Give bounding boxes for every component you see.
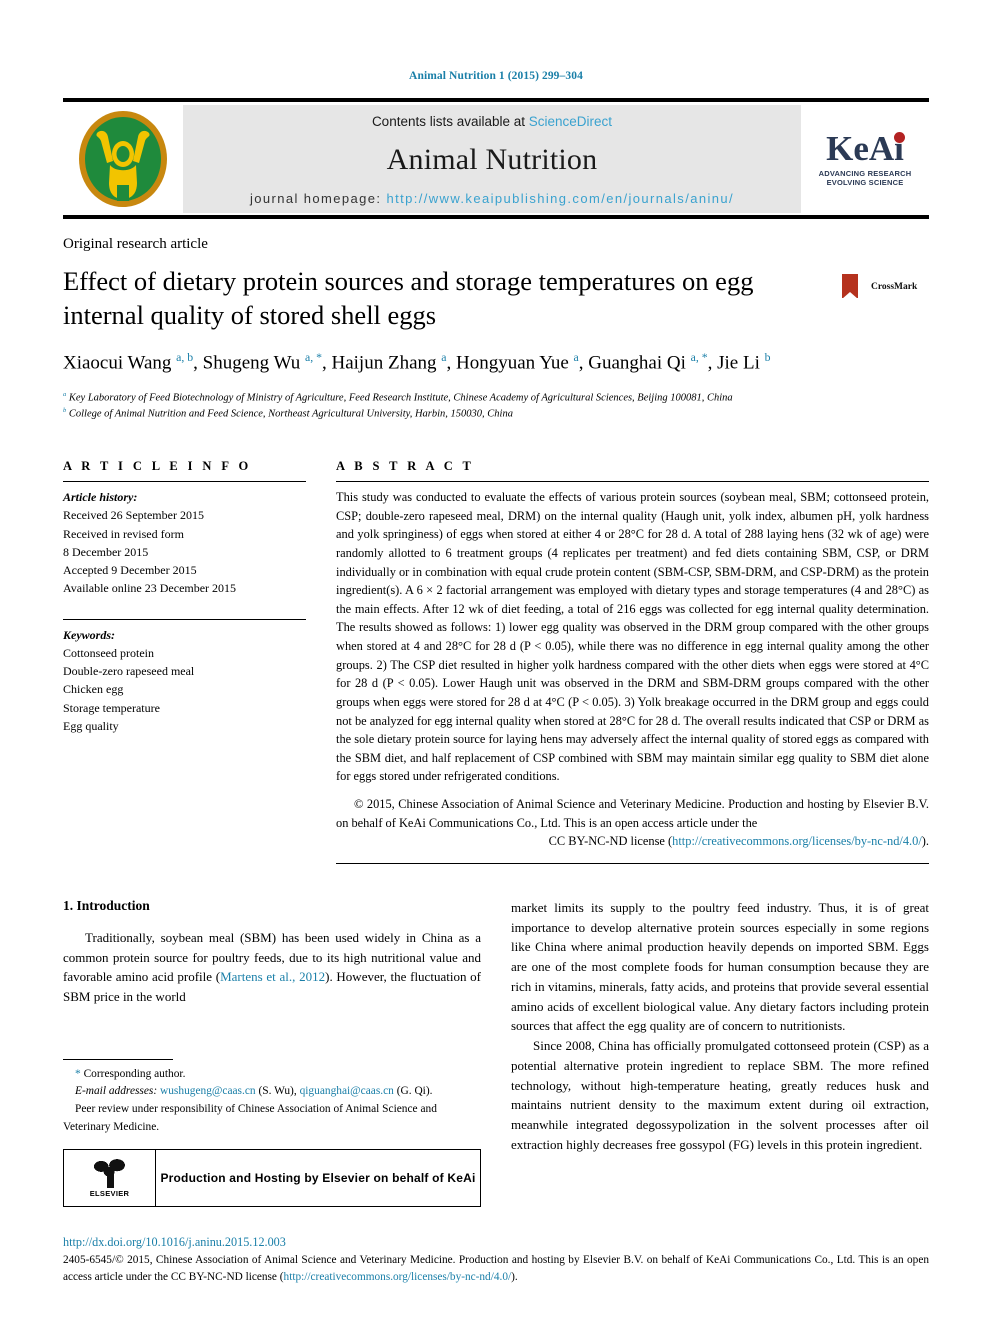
citation-link[interactable]: Martens et al., 2012 — [220, 969, 325, 984]
abstract-rule — [336, 481, 929, 483]
journal-banner: Contents lists available at ScienceDirec… — [63, 105, 929, 213]
article-history-label: Article history: — [63, 490, 138, 505]
production-hosting-box: ELSEVIER Production and Hosting by Elsev… — [63, 1149, 481, 1208]
license-prefix: CC BY-NC-ND license ( — [548, 834, 673, 849]
keai-red-dot-icon — [893, 131, 905, 143]
abstract-bottom-rule — [336, 862, 929, 864]
journal-logo — [63, 105, 183, 213]
article-page: Animal Nutrition 1 (2015) 299–304 Conten… — [0, 0, 992, 1323]
keyword-item: Double-zero rapeseed meal — [63, 664, 195, 679]
article-info-rule — [63, 481, 306, 483]
keyword-item: Storage temperature — [63, 700, 160, 715]
info-abstract-section: A R T I C L E I N F O Article history: R… — [63, 459, 929, 864]
body-column-left: 1. Introduction Traditionally, soybean m… — [63, 898, 481, 1208]
license-suffix: ). — [921, 834, 929, 849]
footer-license-suffix: ). — [511, 1270, 518, 1283]
production-hosting-label: Production and Hosting by Elsevier on be… — [160, 1171, 476, 1186]
elsevier-tree-icon — [87, 1158, 132, 1189]
title-row: Effect of dietary protein sources and st… — [63, 265, 929, 333]
affiliation-a: a Key Laboratory of Feed Biotechnology o… — [63, 390, 733, 404]
history-item: 8 December 2015 — [63, 544, 149, 559]
corresponding-author-label: Corresponding author. — [83, 1067, 186, 1080]
intro-paragraph-2: Since 2008, China has officially promulg… — [511, 1038, 929, 1152]
elsevier-wordmark: ELSEVIER — [89, 1189, 130, 1199]
crossmark-badge-group[interactable]: CrossMark — [833, 265, 929, 304]
intro-paragraph-1: Traditionally, soybean meal (SBM) has be… — [63, 928, 481, 1007]
page-title: Effect of dietary protein sources and st… — [63, 266, 754, 330]
contents-prefix: Contents lists available at — [371, 114, 529, 129]
keywords-block: Keywords: Cottonseed protein Double-zero… — [63, 626, 306, 735]
body-column-right: market limits its supply to the poultry … — [511, 898, 929, 1208]
footer-license-link[interactable]: http://creativecommons.org/licenses/by-n… — [284, 1271, 512, 1283]
history-item: Received 26 September 2015 — [63, 508, 204, 523]
corresponding-author-note: * Corresponding author. — [63, 1066, 481, 1084]
keywords-rule — [63, 618, 306, 620]
journal-homepage-link[interactable]: http://www.keaipublishing.com/en/journal… — [386, 191, 734, 206]
license-line: CC BY-NC-ND license (http://creativecomm… — [336, 832, 929, 851]
email-link-2[interactable]: qiguanghai@caas.cn — [300, 1085, 394, 1097]
keyword-item: Cottonseed protein — [63, 645, 154, 660]
sciencedirect-link[interactable]: ScienceDirect — [529, 114, 612, 129]
body-columns: 1. Introduction Traditionally, soybean m… — [63, 898, 929, 1208]
section-title-introduction: 1. Introduction — [63, 897, 150, 913]
contents-available-line: Contents lists available at ScienceDirec… — [372, 114, 612, 129]
article-history-block: Article history: Received 26 September 2… — [63, 488, 306, 597]
keai-wordmark-text: KeAi — [826, 128, 904, 168]
history-item: Available online 23 December 2015 — [63, 581, 237, 596]
keai-wordmark: KeAi — [826, 128, 905, 168]
footnote-rule — [63, 1058, 173, 1060]
history-item: Accepted 9 December 2015 — [63, 563, 197, 578]
journal-banner-center: Contents lists available at ScienceDirec… — [183, 105, 801, 213]
abstract-column: A B S T R A C T This study was conducted… — [336, 459, 929, 864]
crossmark-book-shape — [842, 274, 858, 299]
affiliation-a-text: Key Laboratory of Feed Biotechnology of … — [68, 392, 733, 404]
peer-review-note: Peer review under responsibility of Chin… — [63, 1101, 481, 1136]
affiliation-b-text: College of Animal Nutrition and Feed Sci… — [68, 408, 513, 420]
running-head: Animal Nutrition 1 (2015) 299–304 — [409, 70, 583, 82]
footnote-text: * Corresponding author. E-mail addresses… — [63, 1066, 481, 1137]
abstract-body: This study was conducted to evaluate the… — [336, 488, 929, 786]
animal-nutrition-emblem-icon — [79, 111, 167, 207]
email-owner-1: (S. Wu), — [258, 1085, 297, 1098]
keai-tagline: ADVANCING RESEARCH EVOLVING SCIENCE — [819, 169, 912, 188]
keai-tagline-line1: ADVANCING RESEARCH — [818, 168, 912, 178]
footer-copyright: 2405-6545/© 2015, Chinese Association of… — [63, 1252, 929, 1285]
homepage-label: journal homepage: — [249, 191, 387, 206]
header-top-rule — [63, 98, 929, 102]
header-bottom-rule — [63, 215, 929, 219]
email-note: E-mail addresses: wushugeng@caas.cn (S. … — [63, 1083, 481, 1101]
email-owner-2: (G. Qi). — [396, 1085, 433, 1098]
crossmark-icon — [833, 270, 867, 304]
history-item: Received in revised form — [63, 526, 184, 541]
elsevier-logo: ELSEVIER — [64, 1150, 156, 1207]
intro-paragraph-1-cont: market limits its supply to the poultry … — [511, 899, 929, 1034]
author-list: Xiaocui Wang a, b, Shugeng Wu a, *, Haij… — [63, 350, 771, 374]
journal-homepage-line: journal homepage: http://www.keaipublish… — [250, 191, 734, 206]
affiliations: a Key Laboratory of Feed Biotechnology o… — [63, 390, 929, 423]
abstract-heading: A B S T R A C T — [336, 459, 475, 474]
abstract-copyright: © 2015, Chinese Association of Animal Sc… — [336, 795, 929, 851]
article-type: Original research article — [63, 236, 208, 252]
keyword-item: Egg quality — [63, 718, 119, 733]
affiliation-b: b College of Animal Nutrition and Feed S… — [63, 406, 513, 420]
doi-link[interactable]: http://dx.doi.org/10.1016/j.aninu.2015.1… — [63, 1235, 929, 1250]
email-link-1[interactable]: wushugeng@caas.cn — [160, 1085, 256, 1097]
email-label: E-mail addresses: — [75, 1085, 158, 1098]
crossmark-label: CrossMark — [871, 282, 918, 292]
peer-review-text: Peer review under responsibility of Chin… — [63, 1103, 437, 1133]
asterisk-icon: * — [75, 1067, 81, 1080]
keywords-label: Keywords: — [63, 627, 115, 642]
copyright-text: © 2015, Chinese Association of Animal Sc… — [336, 796, 929, 830]
footnote-area: * Corresponding author. E-mail addresses… — [63, 1058, 481, 1208]
keai-logo: KeAi ADVANCING RESEARCH EVOLVING SCIENCE — [801, 105, 929, 213]
keai-tagline-line2: EVOLVING SCIENCE — [826, 178, 904, 187]
abstract-paragraph: This study was conducted to evaluate the… — [336, 490, 929, 784]
journal-title: Animal Nutrition — [386, 143, 598, 176]
license-link[interactable]: http://creativecommons.org/licenses/by-n… — [672, 834, 922, 848]
article-info-column: A R T I C L E I N F O Article history: R… — [63, 459, 306, 864]
page-footer: http://dx.doi.org/10.1016/j.aninu.2015.1… — [63, 1235, 929, 1285]
keyword-item: Chicken egg — [63, 682, 124, 697]
article-info-heading: A R T I C L E I N F O — [63, 459, 252, 474]
